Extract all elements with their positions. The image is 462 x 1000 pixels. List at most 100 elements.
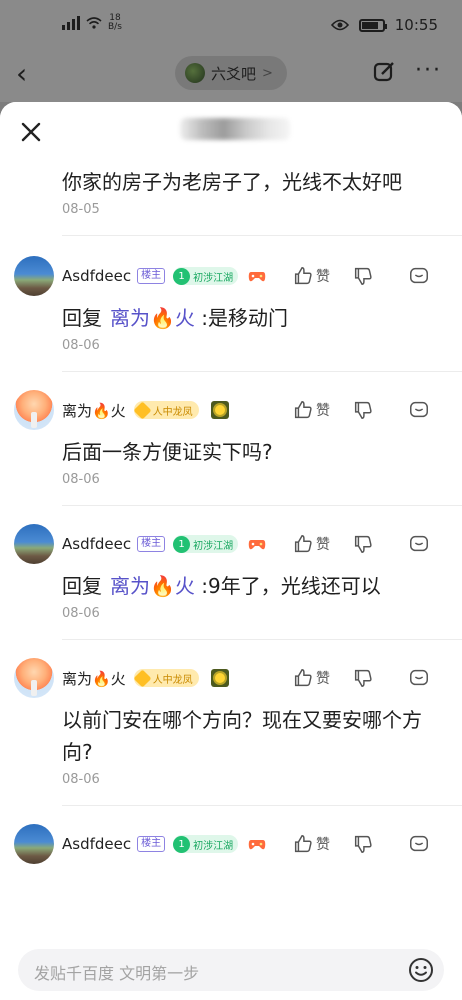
- like-label: 赞: [316, 269, 330, 285]
- battery-icon: [358, 18, 387, 32]
- mention-link[interactable]: 离为🔥火: [110, 306, 195, 330]
- sun-badge-icon: [210, 669, 229, 687]
- like-button[interactable]: 赞: [292, 399, 352, 421]
- gamepad-icon: [248, 539, 266, 549]
- more-icon[interactable]: ···: [415, 58, 442, 83]
- dislike-button[interactable]: [352, 833, 408, 855]
- level-badge[interactable]: 1 初涉江湖: [173, 835, 239, 853]
- like-button[interactable]: 赞: [292, 833, 352, 855]
- user-row: Asdfdeec 楼主 1 初涉江湖 赞: [14, 256, 446, 296]
- compose-bar: 发贴千百度 文明第一步: [0, 937, 462, 1000]
- reply-button[interactable]: [408, 265, 430, 287]
- like-button[interactable]: 赞: [292, 265, 352, 287]
- username[interactable]: 离为🔥火: [62, 400, 126, 421]
- thumb-up-icon: [294, 835, 312, 853]
- forum-name: 六爻吧: [211, 64, 257, 83]
- comment-date: 08-06: [62, 772, 100, 787]
- blurred-title: [180, 118, 290, 140]
- like-button[interactable]: 赞: [292, 533, 352, 555]
- list-item: 离为🔥火 人中龙凤 赞: [14, 372, 462, 506]
- reply-button[interactable]: [408, 533, 430, 555]
- comment-text: 你家的房子为老房子了，光线不太好吧: [62, 170, 402, 194]
- user-row: Asdfdeec 楼主 1 初涉江湖 赞: [14, 524, 446, 564]
- compose-placeholder: 发贴千百度 文明第一步: [34, 964, 200, 983]
- reply-button[interactable]: [408, 833, 430, 855]
- like-button[interactable]: 赞: [292, 667, 352, 689]
- user-row: Asdfdeec 楼主 1 初涉江湖 赞: [14, 824, 446, 864]
- reply-button[interactable]: [408, 667, 430, 689]
- comment-actions: 赞: [292, 667, 430, 689]
- wifi-icon: [86, 17, 102, 29]
- reply-body: :是移动门: [194, 306, 289, 330]
- thumb-down-icon: [354, 669, 372, 687]
- owner-tag: 楼主: [137, 536, 166, 552]
- status-bar: 18 B/s 10:55: [0, 0, 462, 50]
- mention-link[interactable]: 离为🔥火: [110, 574, 195, 598]
- comment-text: 回复 离为🔥火 :是移动门: [62, 296, 446, 334]
- comment-date: 08-06: [62, 606, 100, 621]
- thumb-up-icon: [294, 401, 312, 419]
- sheet-header: [0, 102, 462, 158]
- avatar[interactable]: [14, 658, 54, 698]
- back-icon[interactable]: ‹: [16, 60, 27, 88]
- gamepad-icon: [248, 839, 266, 849]
- user-row: 离为🔥火 人中龙凤 赞: [14, 390, 446, 430]
- owner-tag: 楼主: [137, 836, 166, 852]
- list-item: Asdfdeec 楼主 1 初涉江湖 赞: [14, 236, 462, 372]
- gamepad-icon: [248, 271, 266, 281]
- level-badge[interactable]: 人中龙凤: [133, 400, 199, 420]
- reply-body: :9年了，光线还可以: [194, 574, 381, 598]
- thumb-down-icon: [354, 267, 372, 285]
- comment-actions: 赞: [292, 399, 430, 421]
- username[interactable]: 离为🔥火: [62, 668, 126, 689]
- close-icon[interactable]: [19, 120, 43, 144]
- like-label: 赞: [316, 403, 330, 419]
- list-item: Asdfdeec 楼主 1 初涉江湖 赞: [14, 506, 462, 640]
- comment-icon: [410, 401, 428, 418]
- comment-list: 你家的房子为老房子了，光线不太好吧 08-05 Asdfdeec 楼主 1 初涉江…: [0, 114, 462, 864]
- dislike-button[interactable]: [352, 265, 408, 287]
- level-badge[interactable]: 1 初涉江湖: [173, 535, 239, 553]
- comment-date: 08-06: [62, 472, 100, 487]
- comment-date: 08-05: [62, 202, 100, 217]
- sun-badge-icon: [210, 401, 229, 419]
- level-badge[interactable]: 1 初涉江湖: [173, 267, 239, 285]
- username[interactable]: Asdfdeec: [62, 835, 131, 853]
- avatar[interactable]: [14, 390, 54, 430]
- user-row: 离为🔥火 人中龙凤 赞: [14, 658, 446, 698]
- username[interactable]: Asdfdeec: [62, 535, 131, 553]
- avatar[interactable]: [14, 824, 54, 864]
- thumb-up-icon: [294, 535, 312, 553]
- reply-button[interactable]: [408, 399, 430, 421]
- avatar[interactable]: [14, 524, 54, 564]
- forum-pill[interactable]: 六爻吧 >: [175, 56, 287, 90]
- comment-text: 以前门安在哪个方向？现在又要安哪个方向?: [62, 708, 422, 764]
- comment-actions: 赞: [292, 833, 430, 855]
- thumb-up-icon: [294, 267, 312, 285]
- top-nav: ‹ 六爻吧 > ···: [0, 50, 462, 102]
- emoji-icon[interactable]: [408, 957, 434, 983]
- comment-text: 后面一条方便证实下吗?: [62, 440, 273, 464]
- chevron-right-icon: >: [262, 65, 273, 81]
- comment-icon: [410, 835, 428, 852]
- dislike-button[interactable]: [352, 399, 408, 421]
- compose-input[interactable]: 发贴千百度 文明第一步: [18, 949, 444, 991]
- username[interactable]: Asdfdeec: [62, 267, 131, 285]
- dislike-button[interactable]: [352, 533, 408, 555]
- dislike-button[interactable]: [352, 667, 408, 689]
- like-label: 赞: [316, 537, 330, 553]
- thumb-down-icon: [354, 401, 372, 419]
- reply-prefix: 回复: [62, 306, 102, 330]
- thumb-down-icon: [354, 835, 372, 853]
- like-label: 赞: [316, 837, 330, 853]
- list-item: Asdfdeec 楼主 1 初涉江湖 赞: [14, 806, 462, 864]
- status-left: 18 B/s: [62, 14, 122, 32]
- clock: 10:55: [394, 16, 438, 34]
- network-speed: 18 B/s: [108, 13, 122, 32]
- eye-icon: [330, 19, 349, 31]
- edit-icon[interactable]: [372, 60, 396, 84]
- like-label: 赞: [316, 671, 330, 687]
- forum-avatar: [185, 63, 205, 83]
- level-badge[interactable]: 人中龙凤: [133, 668, 199, 688]
- avatar[interactable]: [14, 256, 54, 296]
